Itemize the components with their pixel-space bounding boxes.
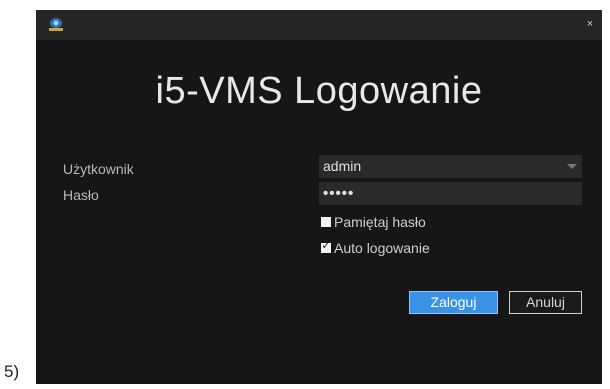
password-label: Hasło bbox=[63, 187, 99, 203]
username-value: admin bbox=[323, 158, 362, 174]
title-bar[interactable]: × bbox=[36, 10, 602, 40]
close-button[interactable]: × bbox=[582, 16, 598, 32]
remember-password-label: Pamiętaj hasło bbox=[334, 214, 426, 230]
password-field[interactable]: ••••• bbox=[319, 182, 582, 205]
checkmark-icon: ✓ bbox=[321, 240, 331, 253]
close-icon: × bbox=[586, 18, 594, 30]
chevron-down-icon[interactable] bbox=[567, 164, 577, 169]
login-button[interactable]: Zaloguj bbox=[409, 291, 498, 314]
auto-login-checkbox[interactable]: ✓ bbox=[321, 240, 331, 254]
auto-login-label: Auto logowanie bbox=[334, 240, 430, 256]
camera-logo-icon bbox=[46, 17, 66, 33]
cancel-button[interactable]: Anuluj bbox=[509, 291, 582, 314]
list-number-caption: 5) bbox=[4, 362, 20, 381]
password-value: ••••• bbox=[323, 185, 355, 202]
remember-password-option[interactable]: Pamiętaj hasło bbox=[321, 213, 426, 231]
auto-login-option[interactable]: ✓ Auto logowanie bbox=[321, 239, 430, 257]
username-dropdown[interactable]: admin bbox=[319, 155, 582, 178]
remember-password-checkbox[interactable] bbox=[321, 217, 331, 228]
username-label: Użytkownik bbox=[63, 161, 134, 177]
login-dialog: × i5-VMS Logowanie Użytkownik admin Hasł… bbox=[36, 10, 602, 384]
dialog-heading: i5-VMS Logowanie bbox=[155, 70, 483, 112]
